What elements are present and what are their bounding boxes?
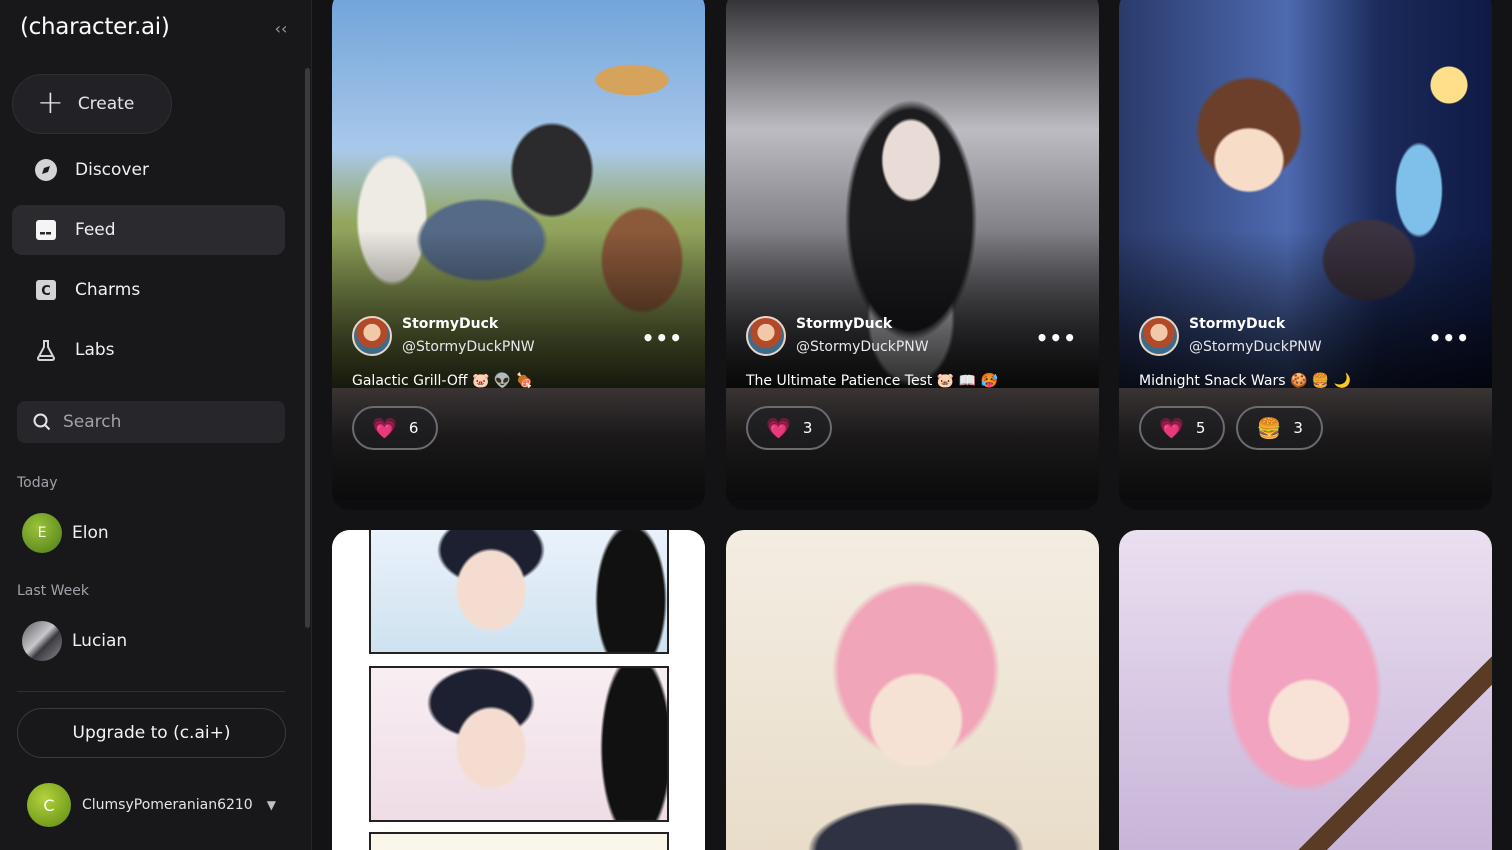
sidebar-item-label: Feed: [75, 220, 116, 240]
reactions: 💗 5 🍔 3: [1139, 406, 1334, 450]
collapse-sidebar-icon[interactable]: ‹‹: [270, 18, 292, 40]
sidebar-item-label: Discover: [75, 160, 149, 180]
reactions: 💗 3: [746, 406, 843, 450]
reaction-count: 5: [1195, 419, 1206, 437]
svg-text:C: C: [41, 284, 51, 299]
feed-card[interactable]: StormyDuck @StormyDuckPNW ••• Midnight S…: [1119, 0, 1492, 510]
heart-icon: 💗: [1159, 416, 1184, 440]
feed-card[interactable]: [1119, 530, 1492, 850]
section-today-label: Today: [17, 475, 58, 491]
sidebar-item-feed[interactable]: Feed: [12, 205, 285, 255]
upgrade-button[interactable]: Upgrade to (c.ai+): [17, 708, 286, 758]
reaction-button[interactable]: 💗 5: [1139, 406, 1226, 450]
sidebar-item-labs[interactable]: Labs: [12, 325, 285, 375]
avatar[interactable]: [746, 316, 786, 356]
create-label: Create: [77, 94, 135, 114]
burger-icon: 🍔: [1256, 416, 1282, 440]
reaction-button[interactable]: 💗 6: [352, 406, 439, 450]
reaction-button[interactable]: 💗 3: [746, 406, 833, 450]
author-name[interactable]: StormyDuck: [402, 316, 498, 332]
post-caption: Galactic Grill-Off 🐷 👽 🍖: [352, 373, 534, 389]
feed-card[interactable]: [332, 530, 705, 850]
chat-name: Lucian: [72, 631, 128, 651]
chat-name: Elon: [72, 523, 109, 543]
feed-card[interactable]: [726, 530, 1099, 850]
author-handle[interactable]: @StormyDuckPNW: [796, 339, 929, 355]
author-handle[interactable]: @StormyDuckPNW: [402, 339, 535, 355]
avatar: C: [27, 783, 71, 827]
plus-icon: +: [37, 83, 64, 121]
manga-panel: [369, 832, 669, 850]
feed: StormyDuck @StormyDuckPNW ••• Galactic G…: [312, 0, 1512, 850]
sidebar-scrollbar[interactable]: [305, 68, 310, 628]
sidebar: (character.ai) ‹‹ + Create Discover Feed…: [0, 0, 312, 850]
search-input[interactable]: Search: [17, 401, 285, 443]
feed-icon: [34, 218, 58, 242]
more-options-icon[interactable]: •••: [1036, 326, 1077, 350]
sidebar-item-label: Charms: [75, 280, 141, 300]
post-image[interactable]: [726, 530, 1099, 850]
compass-icon: [34, 158, 58, 182]
search-icon: [33, 413, 51, 431]
reactions: 💗 6: [352, 406, 449, 450]
author-name[interactable]: StormyDuck: [1189, 316, 1285, 332]
chat-item-lucian[interactable]: Lucian: [22, 621, 127, 661]
reaction-count: 3: [802, 419, 813, 437]
post-image[interactable]: [332, 530, 705, 850]
more-options-icon[interactable]: •••: [1429, 326, 1470, 350]
sidebar-item-discover[interactable]: Discover: [12, 145, 285, 195]
charms-icon: C: [34, 278, 58, 302]
user-menu[interactable]: C ClumsyPomeranian6210 ▼: [27, 783, 276, 827]
reaction-count: 3: [1293, 419, 1303, 437]
feed-card[interactable]: StormyDuck @StormyDuckPNW ••• The Ultima…: [726, 0, 1099, 510]
avatar: [22, 621, 62, 661]
reaction-count: 6: [408, 419, 419, 437]
post-caption: Midnight Snack Wars 🍪 🍔 🌙: [1139, 373, 1352, 389]
create-button[interactable]: + Create: [12, 74, 172, 134]
chat-item-elon[interactable]: E Elon: [22, 513, 109, 553]
app-logo[interactable]: (character.ai): [20, 14, 170, 40]
avatar[interactable]: [352, 316, 392, 356]
flask-icon: [34, 338, 58, 362]
post-image[interactable]: [1119, 530, 1492, 850]
manga-panel: [369, 666, 669, 822]
section-last-week-label: Last Week: [17, 583, 89, 599]
manga-panel: [369, 530, 669, 654]
reaction-button[interactable]: 🍔 3: [1236, 406, 1323, 450]
more-options-icon[interactable]: •••: [642, 326, 683, 350]
avatar[interactable]: [1139, 316, 1179, 356]
sidebar-item-label: Labs: [75, 340, 115, 360]
username: ClumsyPomeranian6210: [82, 797, 253, 813]
heart-icon: 💗: [372, 416, 397, 440]
feed-card[interactable]: StormyDuck @StormyDuckPNW ••• Galactic G…: [332, 0, 705, 510]
heart-icon: 💗: [766, 416, 791, 440]
post-caption: The Ultimate Patience Test 🐷 📖 🥵: [746, 373, 999, 389]
search-placeholder: Search: [63, 412, 122, 432]
avatar: E: [22, 513, 62, 553]
author-handle[interactable]: @StormyDuckPNW: [1189, 339, 1322, 355]
divider: [17, 691, 285, 692]
app-root: (character.ai) ‹‹ + Create Discover Feed…: [0, 0, 1512, 850]
sidebar-item-charms[interactable]: C Charms: [12, 265, 285, 315]
chevron-down-icon: ▼: [266, 798, 276, 812]
author-name[interactable]: StormyDuck: [796, 316, 892, 332]
